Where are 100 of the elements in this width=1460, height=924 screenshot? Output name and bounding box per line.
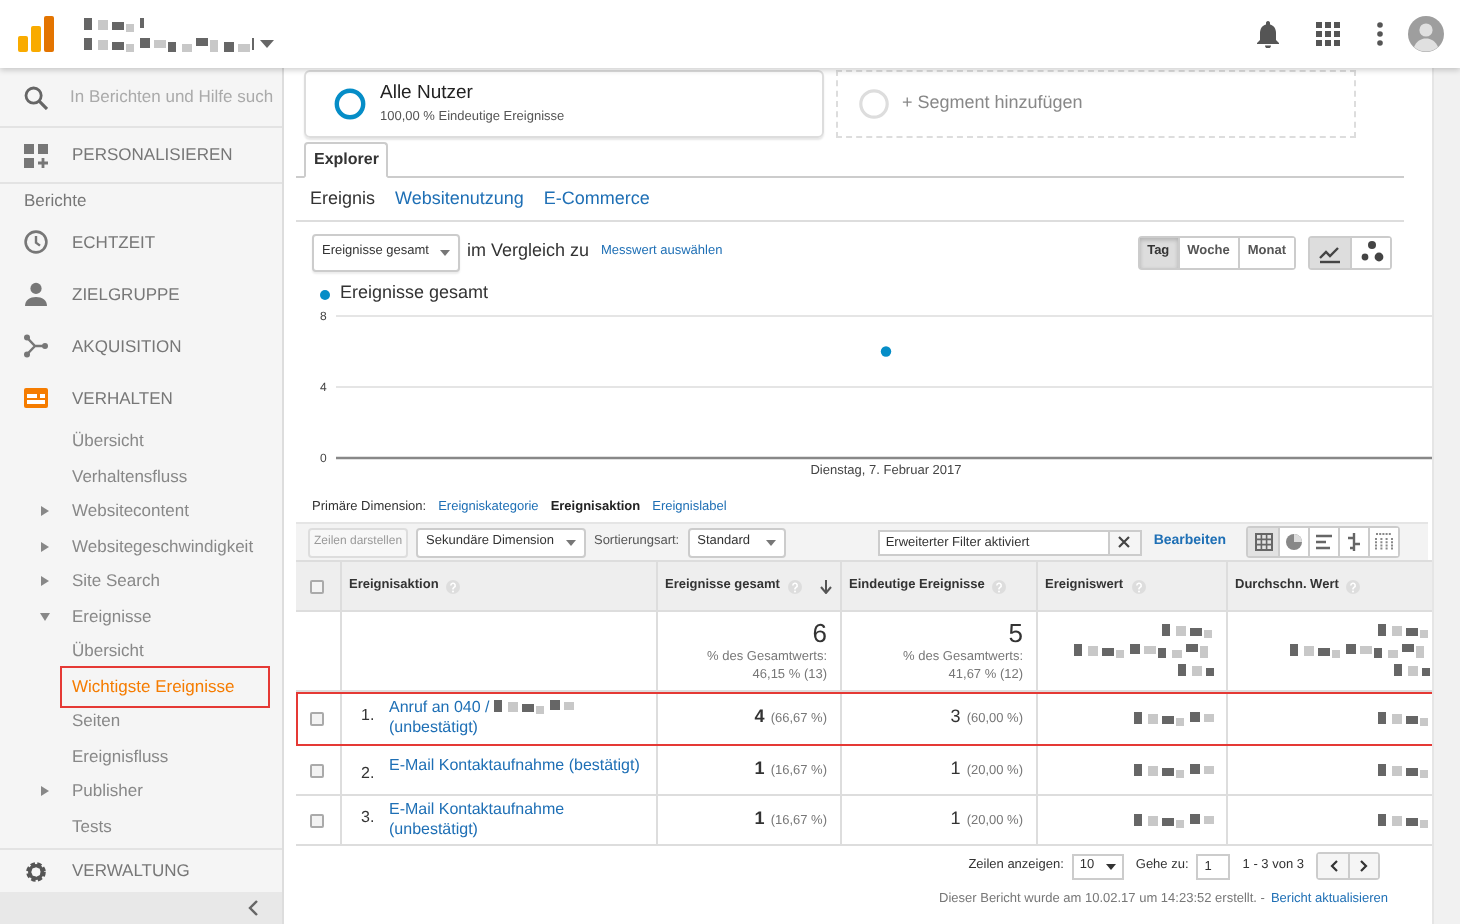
collapsed-triangle-icon[interactable] bbox=[40, 576, 50, 587]
redacted-mark bbox=[1377, 813, 1429, 827]
compare-label: im Vergleich zu bbox=[466, 238, 590, 265]
pie-icon bbox=[1284, 532, 1304, 552]
redacted-mark bbox=[1377, 763, 1429, 777]
pivot-view-button[interactable] bbox=[1368, 528, 1398, 556]
more-icon[interactable] bbox=[1376, 22, 1384, 46]
checkbox[interactable] bbox=[310, 580, 325, 594]
nav-item[interactable]: Ereignisfluss bbox=[72, 743, 169, 770]
clear-filter-button[interactable] bbox=[1109, 529, 1142, 555]
caret-icon bbox=[766, 539, 777, 545]
cell-value: 1 bbox=[754, 756, 765, 783]
chevron-right-icon bbox=[1360, 860, 1368, 872]
table-view-button[interactable] bbox=[1248, 528, 1278, 556]
event-action-link[interactable]: E-Mail Kontaktaufnahme (unbestätigt) bbox=[389, 800, 651, 840]
settings-icon bbox=[24, 859, 48, 883]
redacted-mark bbox=[1177, 664, 1213, 678]
help-icon bbox=[1346, 579, 1361, 593]
cell-value: 3 bbox=[950, 704, 961, 731]
nav-item[interactable]: Site Search bbox=[72, 568, 160, 595]
nav-section[interactable]: ZIELGRUPPE bbox=[72, 281, 180, 307]
nav-section[interactable]: VERHALTEN bbox=[72, 385, 173, 411]
cell-value: 1 bbox=[950, 806, 961, 833]
nav-section[interactable]: AKQUISITION bbox=[72, 333, 182, 359]
bell-icon[interactable] bbox=[1256, 20, 1280, 48]
collapse-chevron-icon[interactable] bbox=[248, 900, 258, 916]
redacted-mark bbox=[1133, 813, 1213, 827]
nav-section[interactable]: PERSONALISIEREN bbox=[72, 142, 233, 168]
add-segment-button[interactable]: + Segment hinzufügen bbox=[836, 70, 1356, 138]
tab[interactable]: Explorer bbox=[304, 142, 389, 178]
circle-icon bbox=[858, 88, 890, 120]
comparison-view-button[interactable] bbox=[1338, 528, 1368, 556]
redacted-mark bbox=[1073, 644, 1213, 658]
caret-icon bbox=[440, 249, 451, 255]
nav-section[interactable]: VERWALTUNG bbox=[72, 858, 190, 884]
nav-section[interactable]: ECHTZEIT bbox=[72, 229, 156, 255]
row-number: 1. bbox=[361, 706, 377, 726]
help-icon bbox=[1131, 579, 1146, 593]
checkbox[interactable] bbox=[310, 712, 325, 726]
nav-item[interactable]: Übersicht bbox=[72, 428, 144, 455]
caret-icon[interactable] bbox=[260, 40, 274, 48]
chart-type-button[interactable] bbox=[1350, 237, 1390, 267]
redacted-mark bbox=[1161, 624, 1213, 638]
subtab[interactable]: Ereignis bbox=[310, 185, 376, 213]
previous-page-button[interactable] bbox=[1318, 854, 1348, 878]
redacted-mark bbox=[1133, 763, 1213, 777]
chart-type-button[interactable] bbox=[1310, 237, 1350, 267]
columns-icon bbox=[1374, 532, 1394, 552]
legend-label: Ereignisse gesamt bbox=[340, 280, 489, 307]
nav-item[interactable]: Ereignisse bbox=[72, 603, 152, 630]
caret-icon bbox=[1105, 863, 1116, 869]
event-action-link[interactable]: Anruf an 040 / (unbestätigt) bbox=[389, 698, 574, 738]
row-number: 3. bbox=[361, 808, 377, 828]
redacted-mark bbox=[493, 700, 574, 715]
nav-item[interactable]: Verhaltensfluss bbox=[72, 463, 188, 490]
cell-value: 1 bbox=[950, 756, 961, 783]
next-page-button[interactable] bbox=[1348, 854, 1378, 878]
sort-arrow-icon bbox=[819, 579, 831, 593]
checkbox[interactable] bbox=[310, 764, 325, 778]
subtab[interactable]: Websitenutzung bbox=[395, 185, 524, 213]
search-icon bbox=[24, 85, 48, 109]
nav-item[interactable]: Websitecontent bbox=[72, 498, 189, 525]
bars-icon bbox=[1314, 532, 1334, 552]
checkbox[interactable] bbox=[310, 814, 325, 828]
avatar-icon[interactable] bbox=[1408, 16, 1444, 52]
segment-name: Alle Nutzer bbox=[380, 80, 475, 108]
help-icon bbox=[446, 579, 461, 593]
total-value: 6 bbox=[810, 619, 827, 647]
redacted-mark bbox=[1377, 624, 1429, 638]
search-field[interactable]: In Berichten und Hilfe such bbox=[70, 84, 286, 110]
expanded-triangle-icon[interactable] bbox=[40, 611, 50, 622]
help-icon bbox=[787, 579, 802, 593]
nav-item[interactable]: Seiten bbox=[72, 708, 121, 735]
collapsed-triangle-icon[interactable] bbox=[40, 506, 50, 517]
nav-item[interactable]: Übersicht bbox=[72, 638, 144, 665]
event-action-link[interactable]: E-Mail Kontaktaufnahme (bestätigt) bbox=[389, 756, 640, 776]
view-toggle-group[interactable] bbox=[1246, 526, 1400, 558]
help-icon bbox=[992, 579, 1007, 593]
chevron-left-icon bbox=[1329, 860, 1337, 872]
collapsed-triangle-icon[interactable] bbox=[40, 786, 50, 797]
nav-item[interactable]: Tests bbox=[72, 813, 112, 840]
add-segment-label: + Segment hinzufügen bbox=[902, 90, 1083, 117]
nav-heading: Berichte bbox=[24, 187, 87, 213]
apps-icon[interactable] bbox=[1316, 22, 1340, 46]
nav-item[interactable]: Websitegeschwindigkeit bbox=[72, 533, 254, 560]
collapsed-triangle-icon[interactable] bbox=[40, 541, 50, 552]
logo-icon bbox=[16, 14, 56, 54]
bars-view-button[interactable] bbox=[1308, 528, 1338, 556]
row-number: 2. bbox=[361, 764, 377, 784]
subtab[interactable]: E-Commerce bbox=[543, 185, 650, 213]
data-point[interactable] bbox=[880, 346, 892, 357]
caret-icon bbox=[565, 539, 576, 545]
redacted-mark bbox=[1289, 644, 1429, 658]
redacted-mark bbox=[84, 17, 144, 31]
nav-item[interactable]: Publisher bbox=[72, 778, 143, 805]
ring-icon bbox=[334, 88, 366, 120]
redacted-mark bbox=[1133, 711, 1213, 725]
pie-view-button[interactable] bbox=[1278, 528, 1308, 556]
redacted-mark bbox=[1377, 711, 1429, 725]
bubbles-icon bbox=[1359, 240, 1383, 264]
